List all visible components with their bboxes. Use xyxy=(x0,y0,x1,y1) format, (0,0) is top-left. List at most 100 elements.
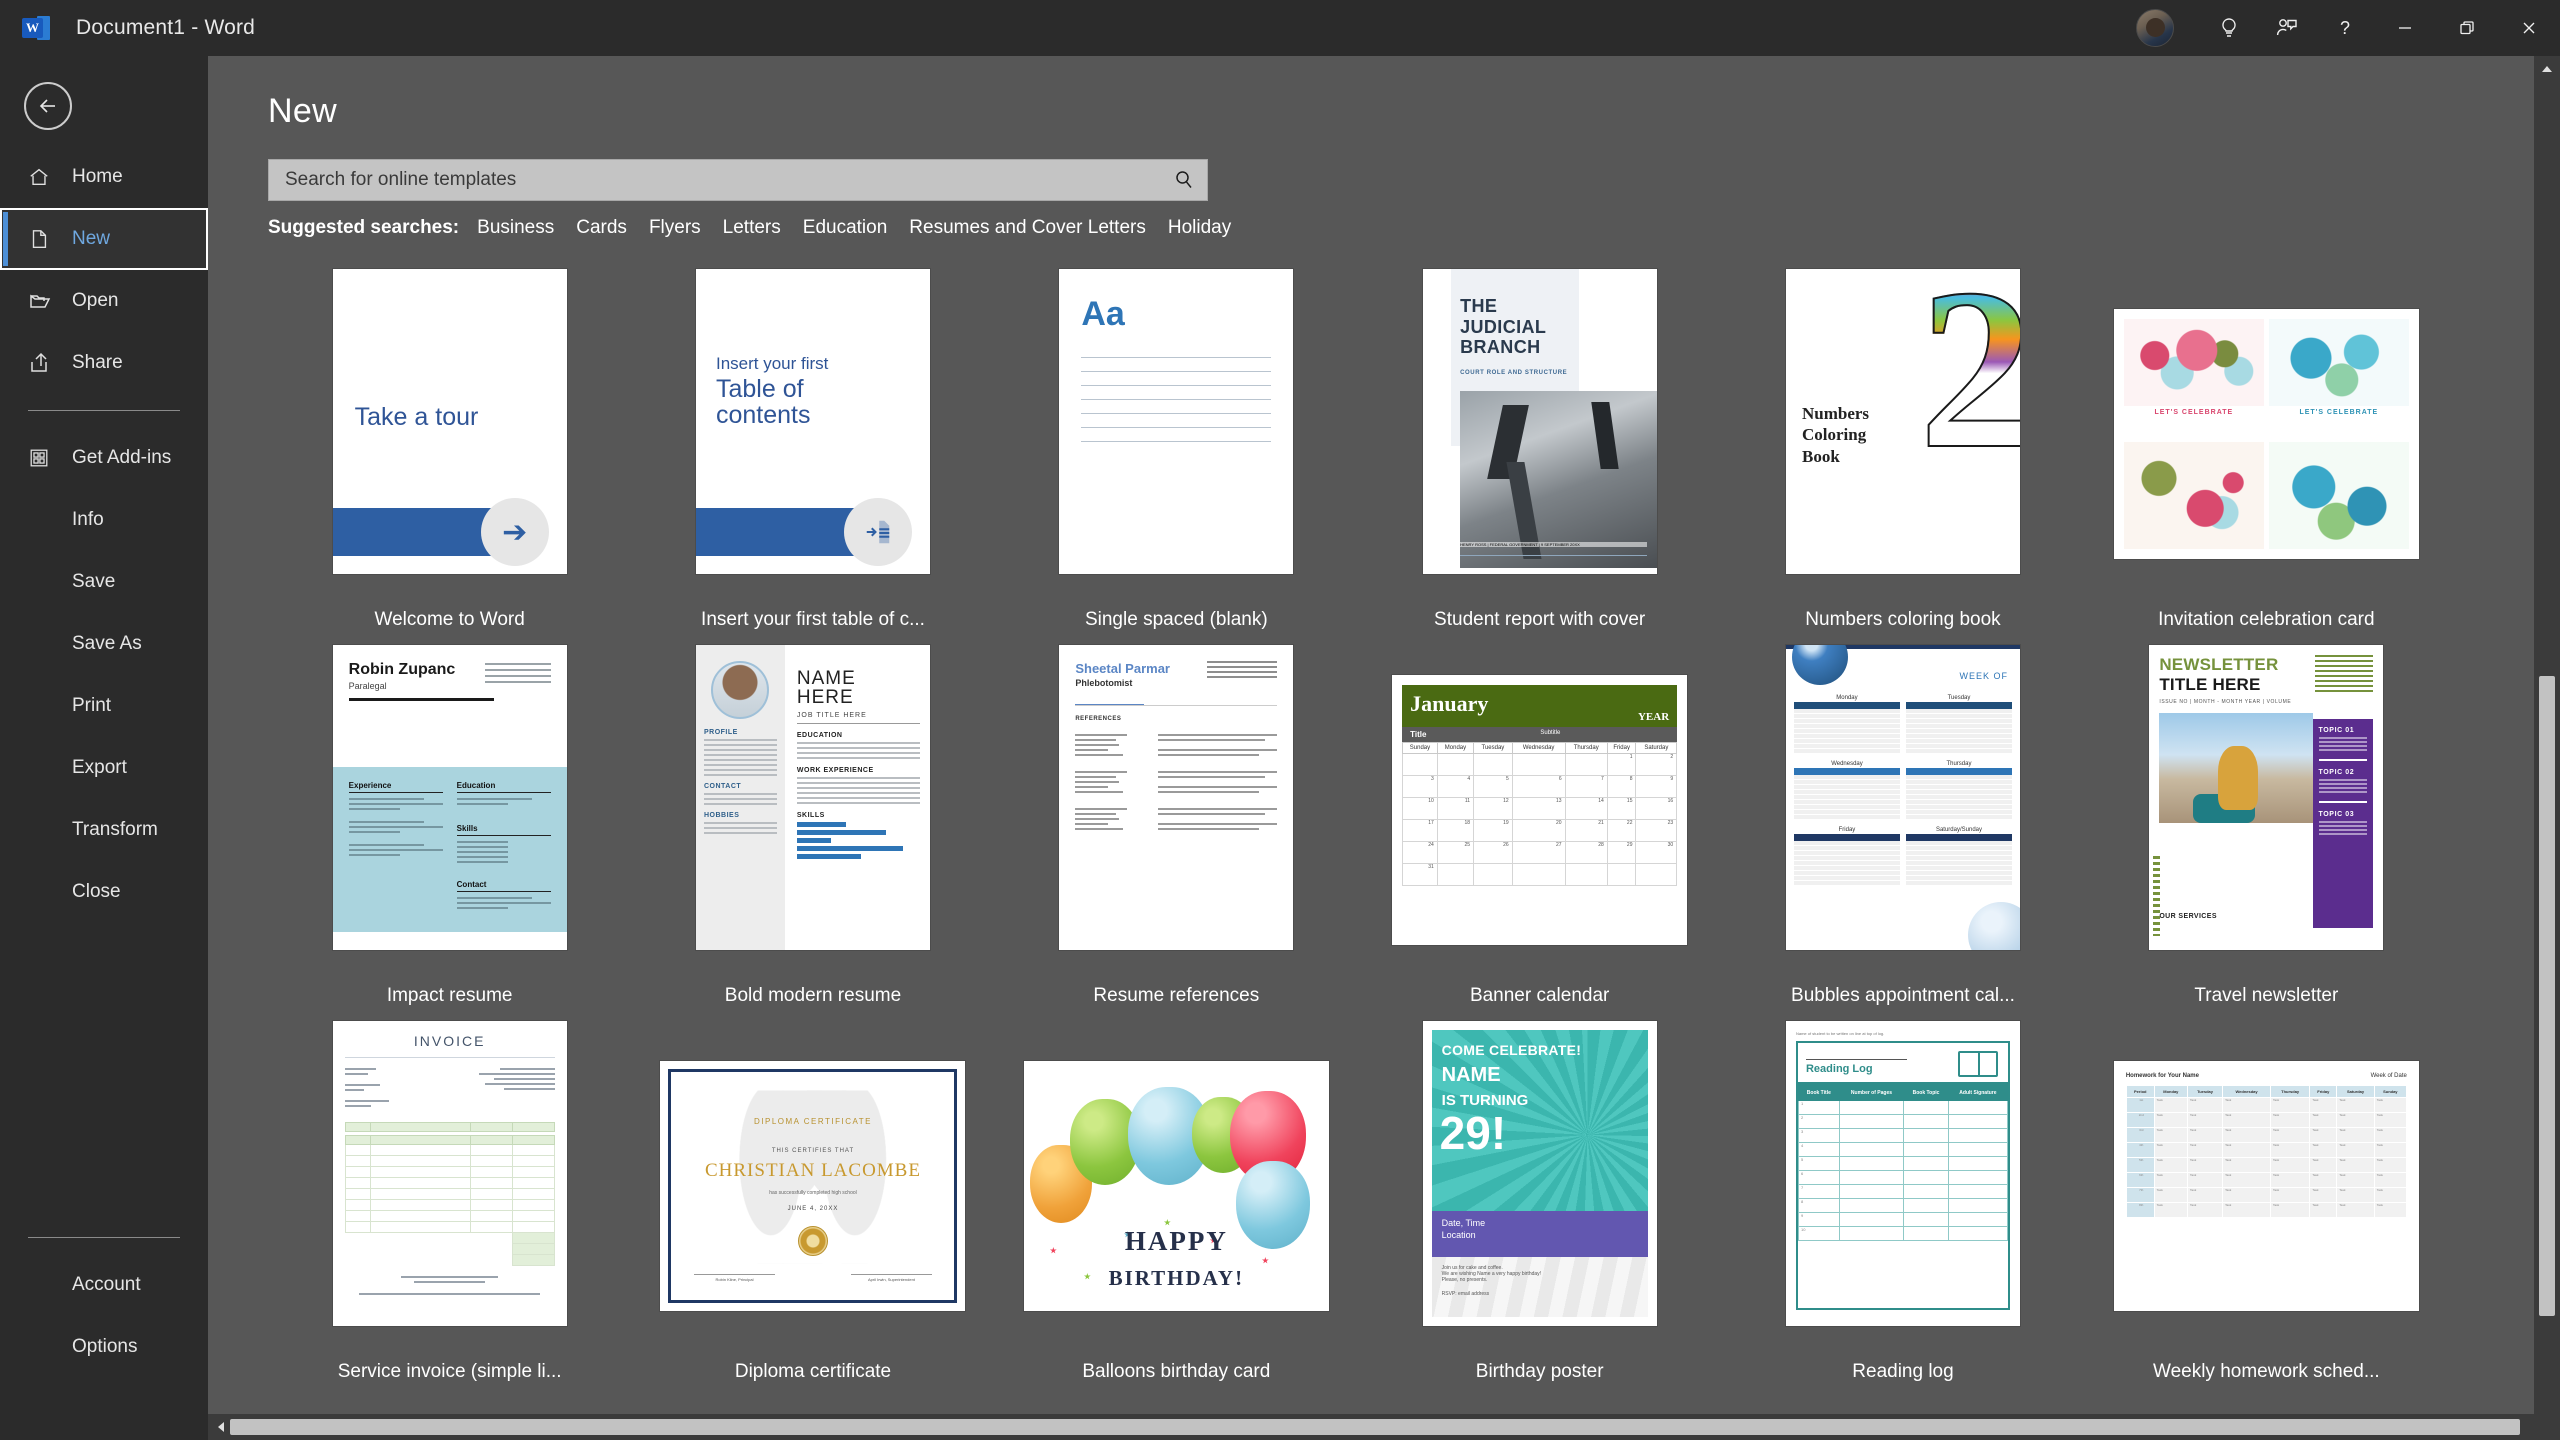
template-thumbnail[interactable]: DIPLOMA CERTIFICATE THIS CERTIFIES THAT … xyxy=(660,1061,966,1311)
template-thumbnail[interactable]: Name of student to be written on line at… xyxy=(1785,1021,2020,1326)
search-box[interactable] xyxy=(268,159,1208,201)
template-label: Student report with cover xyxy=(1434,609,1646,630)
sidebar-item-close[interactable]: Close xyxy=(0,861,208,923)
sidebar-item-home[interactable]: Home xyxy=(0,146,208,208)
template-card[interactable]: DIPLOMA CERTIFICATE THIS CERTIFIES THAT … xyxy=(631,1021,994,1383)
template-card[interactable]: January YEAR Title Subtitle Sunday Monda… xyxy=(1358,645,1721,1007)
help-icon[interactable]: ? xyxy=(2316,0,2374,56)
template-label: Invitation celebration card xyxy=(2158,609,2375,630)
thumb-text: COME CELEBRATE! xyxy=(1441,1042,1582,1058)
sidebar-item-share[interactable]: Share xyxy=(0,332,208,394)
horizontal-scrollbar[interactable] xyxy=(208,1414,2534,1440)
template-thumbnail[interactable]: NEWSLETTER TITLE HERE ISSUE NO | MONTH -… xyxy=(2149,645,2384,950)
vertical-scrollbar[interactable] xyxy=(2534,56,2560,1440)
template-thumbnail[interactable]: HAPPY BIRTHDAY! xyxy=(1023,1061,1329,1311)
thumb-text: Friday xyxy=(1838,827,1856,833)
suggested-link-education[interactable]: Education xyxy=(803,217,888,239)
sidebar-item-save-as[interactable]: Save As xyxy=(0,613,208,675)
lightbulb-icon[interactable] xyxy=(2200,0,2258,56)
template-thumbnail[interactable]: Sheetal Parmar Phlebotomist REFERENCES xyxy=(1059,645,1294,950)
sidebar-item-get-add-ins[interactable]: Get Add-ins xyxy=(0,427,208,489)
template-card[interactable]: Name of student to be written on line at… xyxy=(1721,1021,2084,1383)
thumb-text: Experience xyxy=(348,781,443,793)
thumb-text: COURT ROLE AND STRUCTURE xyxy=(1460,369,1568,376)
template-thumbnail[interactable]: Homework for Your Name Week of Date Peri… xyxy=(2113,1061,2419,1311)
sidebar-item-label: Share xyxy=(72,352,123,373)
thumb-text: Book Topic xyxy=(1903,1085,1949,1101)
word-logo-icon: W xyxy=(22,14,50,42)
template-card[interactable]: COME CELEBRATE! NAME IS TURNING 29! Date… xyxy=(1358,1021,1721,1383)
template-card[interactable]: Insert your first Table of contents Inser… xyxy=(631,269,994,631)
suggested-link-resumes[interactable]: Resumes and Cover Letters xyxy=(909,217,1146,239)
sidebar-item-options[interactable]: Options xyxy=(0,1316,208,1378)
thumb-text: 29! xyxy=(1439,1107,1507,1159)
template-card[interactable]: Sheetal Parmar Phlebotomist REFERENCES R… xyxy=(995,645,1358,1007)
template-card[interactable]: THE JUDICIAL BRANCH COURT ROLE AND STRUC… xyxy=(1358,269,1721,631)
thumb-text: Take a tour xyxy=(354,403,479,432)
template-card[interactable]: NEWSLETTER TITLE HERE ISSUE NO | MONTH -… xyxy=(2085,645,2448,1007)
vertical-scrollbar-thumb[interactable] xyxy=(2539,676,2555,1316)
template-thumbnail[interactable]: Insert your first Table of contents xyxy=(695,269,930,574)
template-label: Reading log xyxy=(1852,1361,1954,1382)
search-icon[interactable] xyxy=(1161,160,1207,200)
thumb-text: Sunday xyxy=(1402,742,1438,754)
home-icon xyxy=(28,166,58,188)
portrait-photo xyxy=(711,661,770,719)
template-thumbnail[interactable]: 2 Numbers Coloring Book xyxy=(1785,269,2020,574)
search-input[interactable] xyxy=(269,160,1161,200)
template-thumbnail[interactable]: WEEK OF Monday Tuesday Wednesday Thursda… xyxy=(1785,645,2020,950)
horizontal-scrollbar-thumb[interactable] xyxy=(230,1419,2520,1435)
thumb-text: PROFILE xyxy=(703,729,738,736)
template-thumbnail[interactable]: Take a tour ➔ xyxy=(332,269,567,574)
template-card[interactable]: INVOICE Service invoice (simple li... xyxy=(268,1021,631,1383)
suggested-link-flyers[interactable]: Flyers xyxy=(649,217,701,239)
thumb-text: LET'S CELEBRATE xyxy=(2299,408,2379,416)
restore-button[interactable] xyxy=(2436,0,2498,56)
template-card[interactable]: Aa Single spaced (blank) xyxy=(995,269,1358,631)
sidebar-item-transform[interactable]: Transform xyxy=(0,799,208,861)
thumb-text: HAPPY xyxy=(1124,1226,1228,1256)
suggested-link-holiday[interactable]: Holiday xyxy=(1168,217,1231,239)
template-thumbnail[interactable]: COME CELEBRATE! NAME IS TURNING 29! Date… xyxy=(1422,1021,1657,1326)
template-thumbnail[interactable]: Aa xyxy=(1059,269,1294,574)
scroll-up-arrow-icon[interactable] xyxy=(2534,56,2560,82)
template-card[interactable]: Homework for Your Name Week of Date Peri… xyxy=(2085,1021,2448,1383)
back-button[interactable] xyxy=(24,82,72,130)
suggested-link-business[interactable]: Business xyxy=(477,217,554,239)
template-thumbnail[interactable]: LET'S CELEBRATE LET'S CELEBRATE xyxy=(2113,309,2419,559)
template-card[interactable]: WEEK OF Monday Tuesday Wednesday Thursda… xyxy=(1721,645,2084,1007)
template-card[interactable]: LET'S CELEBRATE LET'S CELEBRATE Invitati… xyxy=(2085,269,2448,631)
thumb-text: JUNE 4, 20XX xyxy=(787,1205,839,1212)
feedback-icon[interactable] xyxy=(2258,0,2316,56)
sidebar-item-label: Get Add-ins xyxy=(72,447,172,468)
sidebar-item-save[interactable]: Save xyxy=(0,551,208,613)
thumb-text: HOBBIES xyxy=(703,812,740,819)
thumb-text: YEAR xyxy=(1637,711,1670,723)
template-card[interactable]: PROFILE CONTACT HOBBIES NAME HERE JOB TIT… xyxy=(631,645,994,1007)
sidebar-item-open[interactable]: Open xyxy=(0,270,208,332)
thumb-text: RSVP: email address xyxy=(1441,1290,1490,1297)
template-card[interactable]: 2 Numbers Coloring Book Numbers coloring… xyxy=(1721,269,2084,631)
template-thumbnail[interactable]: Robin Zupanc Paralegal Experience Educat… xyxy=(332,645,567,950)
minimize-button[interactable] xyxy=(2374,0,2436,56)
suggested-link-cards[interactable]: Cards xyxy=(576,217,627,239)
thumb-text: INVOICE xyxy=(413,1033,486,1049)
sidebar-item-export[interactable]: Export xyxy=(0,737,208,799)
suggested-link-letters[interactable]: Letters xyxy=(723,217,781,239)
template-thumbnail[interactable]: PROFILE CONTACT HOBBIES NAME HERE JOB TIT… xyxy=(695,645,930,950)
sidebar-item-new[interactable]: New xyxy=(0,208,208,270)
avatar[interactable] xyxy=(2136,9,2174,47)
template-label: Diploma certificate xyxy=(734,1361,892,1382)
sidebar-item-account[interactable]: Account xyxy=(0,1254,208,1316)
template-card[interactable]: HAPPY BIRTHDAY! Balloons birthday card xyxy=(995,1021,1358,1383)
template-label: Single spaced (blank) xyxy=(1084,609,1268,630)
template-card[interactable]: Take a tour ➔ Welcome to Word xyxy=(268,269,631,631)
template-thumbnail[interactable]: INVOICE xyxy=(332,1021,567,1326)
close-button[interactable] xyxy=(2498,0,2560,56)
template-card[interactable]: Robin Zupanc Paralegal Experience Educat… xyxy=(268,645,631,1007)
sidebar-item-info[interactable]: Info xyxy=(0,489,208,551)
sidebar-item-print[interactable]: Print xyxy=(0,675,208,737)
template-thumbnail[interactable]: January YEAR Title Subtitle Sunday Monda… xyxy=(1392,675,1688,945)
template-grid: Take a tour ➔ Welcome to Word Insert you… xyxy=(268,269,2448,1383)
template-thumbnail[interactable]: THE JUDICIAL BRANCH COURT ROLE AND STRUC… xyxy=(1422,269,1657,574)
